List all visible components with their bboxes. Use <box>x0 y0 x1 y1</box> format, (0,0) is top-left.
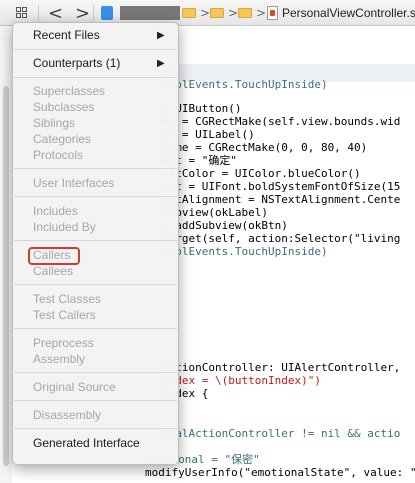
menu-item-user-interfaces[interactable]: User Interfaces <box>33 176 114 191</box>
breadcrumb-file[interactable]: PersonalViewController.s <box>282 0 415 26</box>
menu-item-subclasses[interactable]: Subclasses <box>33 100 94 115</box>
folder-icon[interactable] <box>238 0 252 26</box>
menu-item-siblings[interactable]: Siblings <box>33 116 75 131</box>
submenu-arrow-icon: ▶ <box>157 58 165 69</box>
menu-item-superclasses[interactable]: Superclasses <box>33 84 105 99</box>
code-line: me = CGRectMake(self.view.bounds.wid <box>162 115 401 128</box>
code-line: Index = \(buttonIndex)") <box>162 374 321 387</box>
code-line: trolEvents.TouchUpInside) <box>162 78 328 91</box>
toolbar-divider <box>93 5 94 21</box>
code-line: actionController: UIAlertController, <box>162 361 401 374</box>
scrollbar-thumb[interactable] <box>3 86 9 466</box>
menu-item-disassembly[interactable]: Disassembly <box>33 408 101 423</box>
menu-item-counterparts[interactable]: Counterparts (1) <box>33 56 120 71</box>
chevron-right-icon: > <box>228 6 239 20</box>
menu-divider <box>14 240 177 241</box>
folder-icon[interactable] <box>182 0 196 26</box>
related-items-menu: Recent Files ▶ Counterparts (1) ▶ Superc… <box>12 22 179 465</box>
menu-divider <box>14 168 177 169</box>
menu-item-protocols[interactable]: Protocols <box>33 148 83 163</box>
navigator-edge <box>0 26 12 483</box>
menu-item-included-by[interactable]: Included By <box>33 220 96 235</box>
toolbar-divider <box>38 5 39 21</box>
menu-item-test-callers[interactable]: Test Callers <box>33 308 96 323</box>
menu-item-categories[interactable]: Categories <box>33 132 91 147</box>
menu-item-includes[interactable]: Includes <box>33 204 78 219</box>
menu-divider <box>14 400 177 401</box>
chevron-right-icon: > <box>200 6 211 20</box>
code-line: extAlignment = NSTextAlignment.Cente <box>162 193 401 206</box>
chevron-right-icon: > <box>256 6 267 20</box>
menu-item-preprocess[interactable]: Preprocess <box>33 336 94 351</box>
menu-divider <box>14 77 177 78</box>
code-line: ont = UIFont.boldSystemFontOfSize(15 <box>162 180 401 193</box>
menu-divider <box>14 49 177 50</box>
code-line: trolEvents.TouchUpInside) <box>162 245 328 258</box>
menu-divider <box>14 196 177 197</box>
menu-divider <box>14 428 177 429</box>
code-line: w.addSubview(okBtn) <box>162 219 288 232</box>
swift-file-icon <box>267 0 278 26</box>
menu-divider <box>14 284 177 285</box>
menu-item-generated-interface[interactable]: Generated Interface <box>33 436 140 451</box>
code-line: modifyUserInfo("emotionalState", value: … <box>145 466 415 479</box>
code-line: onalActionController != nil && actio <box>162 427 401 440</box>
submenu-arrow-icon: ▶ <box>157 30 165 41</box>
folder-icon[interactable] <box>210 0 224 26</box>
code-line: Target(self, action:Selector("living <box>162 232 401 245</box>
menu-item-callers[interactable]: Callers <box>33 248 70 263</box>
menu-item-original-source[interactable]: Original Source <box>33 380 116 395</box>
menu-divider <box>14 328 177 329</box>
menu-item-callees[interactable]: Callees <box>33 264 73 279</box>
menu-divider <box>14 372 177 373</box>
code-line: rame = CGRectMake(0, 0, 80, 40) <box>162 141 368 154</box>
menu-item-test-classes[interactable]: Test Classes <box>33 292 101 307</box>
code-line: extColor = UIColor.blueColor() <box>162 167 361 180</box>
menu-item-assembly[interactable]: Assembly <box>33 352 85 367</box>
menu-item-recent-files[interactable]: Recent Files <box>33 28 100 43</box>
